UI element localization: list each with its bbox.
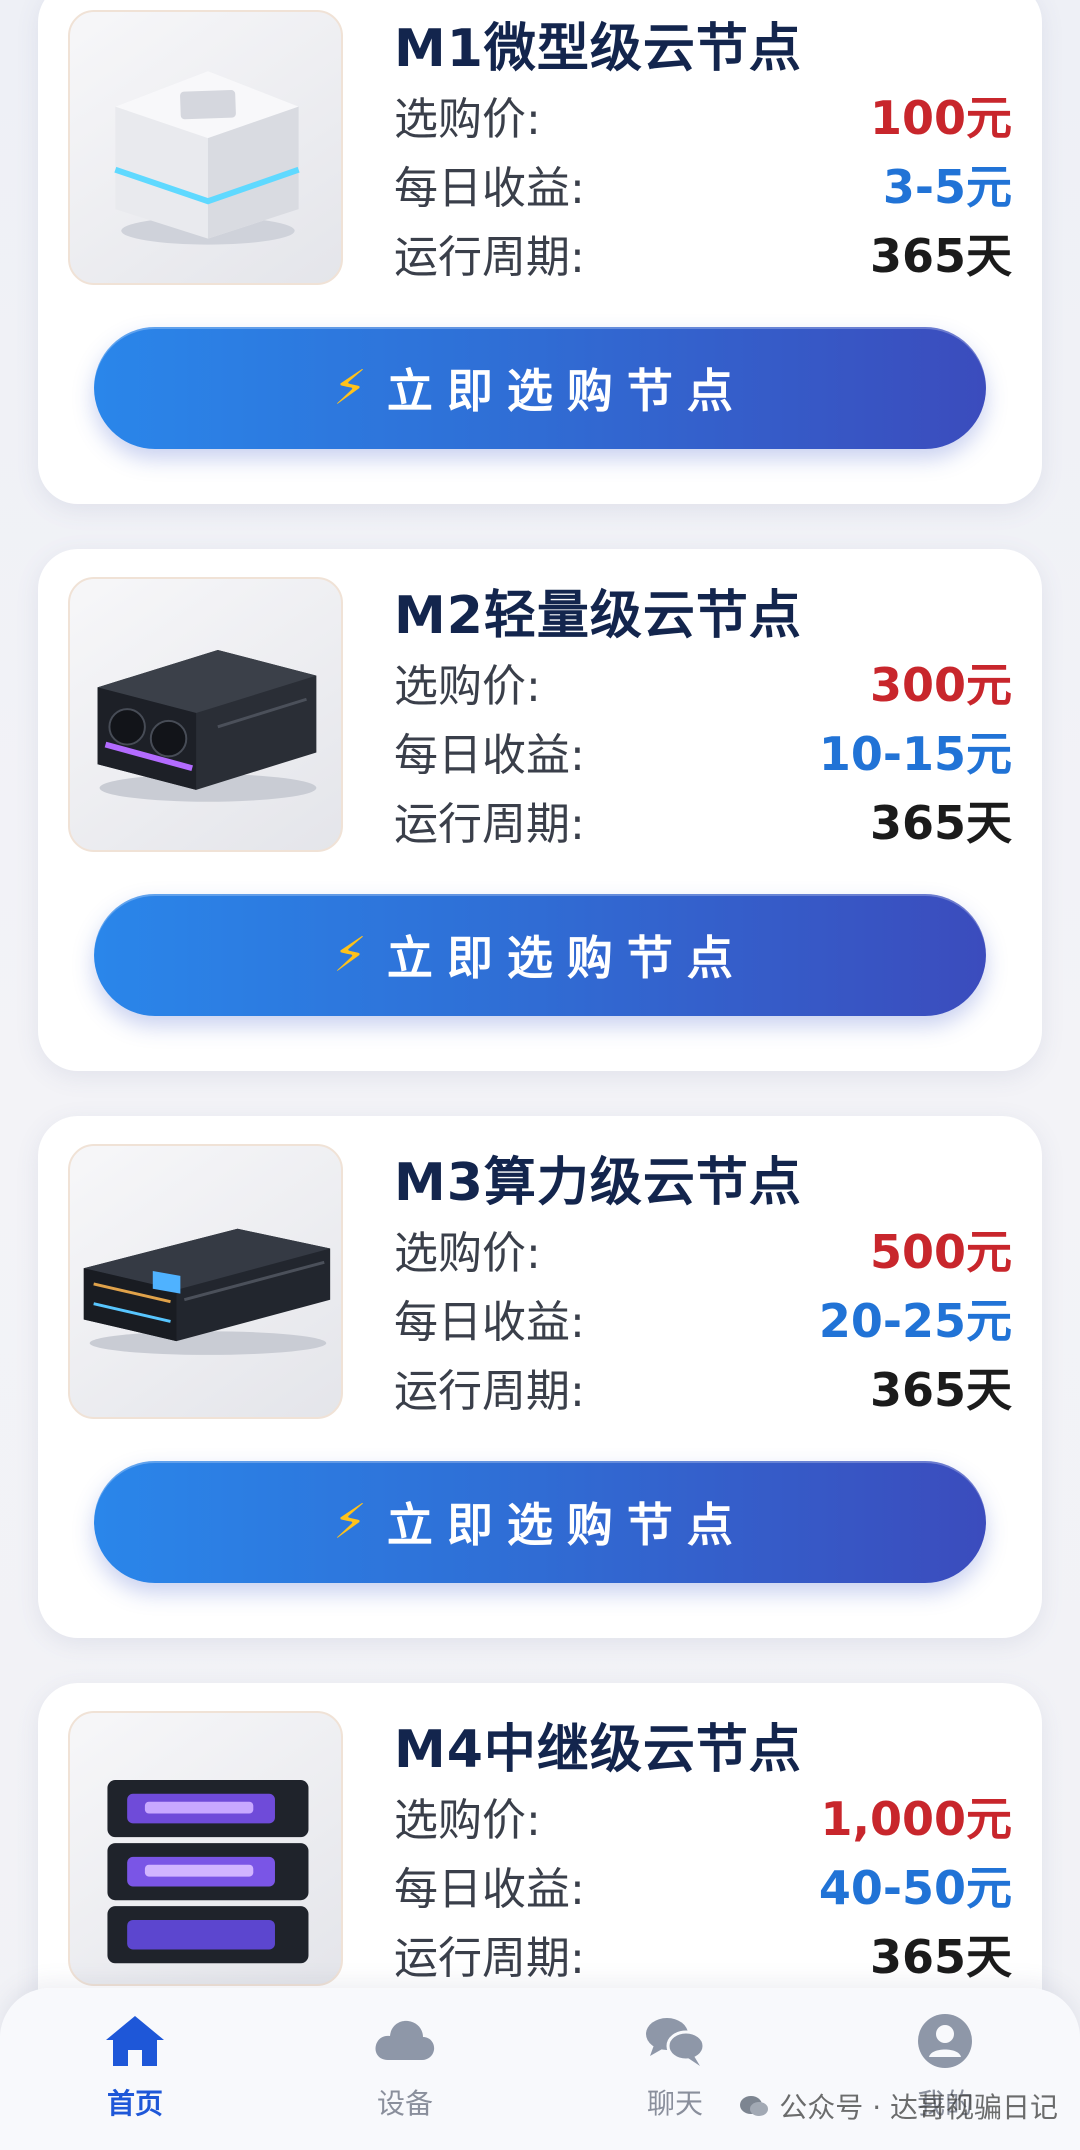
cycle-row: 运行周期: 365天 bbox=[394, 790, 1012, 850]
node-image bbox=[68, 1144, 343, 1419]
earnings-label: 每日收益: bbox=[394, 163, 585, 214]
buy-button-label: 立即选购节点 bbox=[386, 1498, 747, 1552]
earnings-label: 每日收益: bbox=[394, 730, 585, 781]
buy-node-button[interactable]: ⚡ 立即选购节点 bbox=[94, 894, 986, 1016]
price-value: 100元 bbox=[869, 91, 1012, 145]
node-title: M3算力级云节点 bbox=[394, 1153, 802, 1213]
tab-label: 首页 bbox=[106, 2087, 163, 2120]
node-card: M3算力级云节点 选购价: 500元 每日收益: 20-25元 运行周期: 36… bbox=[38, 1116, 1042, 1638]
cycle-row: 运行周期: 365天 bbox=[394, 1924, 1012, 1984]
node-card: M1微型级云节点 选购价: 100元 每日收益: 3-5元 运行周期: 365天… bbox=[38, 0, 1042, 504]
price-value: 500元 bbox=[869, 1225, 1012, 1279]
watermark: 公众号 · 达哥视骗日记 bbox=[739, 2086, 1058, 2126]
stacked-server-icon bbox=[107, 1780, 309, 1964]
chat-bubbles-icon bbox=[646, 2018, 706, 2066]
earnings-row: 每日收益: 20-25元 bbox=[394, 1288, 1012, 1348]
buy-node-button[interactable]: ⚡ 立即选购节点 bbox=[94, 327, 986, 449]
price-row: 选购价: 1,000元 bbox=[394, 1786, 1012, 1846]
tab-devices[interactable]: 设备 bbox=[305, 2012, 505, 2122]
price-row: 选购价: 300元 bbox=[394, 652, 1012, 712]
cycle-value: 365天 bbox=[869, 796, 1012, 850]
price-row: 选购价: 500元 bbox=[394, 1219, 1012, 1279]
lightning-icon: ⚡ bbox=[333, 927, 367, 983]
node-list-screen: M1微型级云节点 选购价: 100元 每日收益: 3-5元 运行周期: 365天… bbox=[0, 0, 1080, 2150]
cycle-label: 运行周期: bbox=[394, 1933, 585, 1984]
node-image bbox=[68, 10, 343, 285]
tab-label: 聊天 bbox=[646, 2087, 703, 2120]
node-image bbox=[68, 1711, 343, 1986]
tab-label: 设备 bbox=[376, 2087, 433, 2120]
price-label: 选购价: bbox=[394, 1795, 541, 1846]
node-card: M2轻量级云节点 选购价: 300元 每日收益: 10-15元 运行周期: 36… bbox=[38, 549, 1042, 1071]
earnings-label: 每日收益: bbox=[394, 1297, 585, 1348]
wechat-icon bbox=[740, 2096, 769, 2116]
earnings-value: 40-50元 bbox=[818, 1861, 1012, 1915]
earnings-value: 10-15元 bbox=[818, 727, 1012, 781]
node-title: M1微型级云节点 bbox=[394, 19, 802, 79]
tab-home[interactable]: 首页 bbox=[35, 2012, 235, 2122]
buy-button-label: 立即选购节点 bbox=[386, 364, 747, 418]
node-title: M2轻量级云节点 bbox=[394, 586, 802, 646]
lightning-icon: ⚡ bbox=[333, 360, 367, 416]
cycle-label: 运行周期: bbox=[394, 799, 585, 850]
mini-cube-device-icon bbox=[114, 71, 300, 245]
cycle-label: 运行周期: bbox=[394, 232, 585, 283]
earnings-row: 每日收益: 40-50元 bbox=[394, 1855, 1012, 1915]
earnings-row: 每日收益: 10-15元 bbox=[394, 721, 1012, 781]
home-icon bbox=[106, 2016, 164, 2066]
cycle-row: 运行周期: 365天 bbox=[394, 1357, 1012, 1417]
price-label: 选购价: bbox=[394, 661, 541, 712]
cycle-label: 运行周期: bbox=[394, 1366, 585, 1417]
price-label: 选购价: bbox=[394, 94, 541, 145]
price-value: 1,000元 bbox=[820, 1792, 1012, 1846]
earnings-value: 3-5元 bbox=[882, 160, 1012, 214]
earnings-value: 20-25元 bbox=[818, 1294, 1012, 1348]
rack-server-icon bbox=[83, 1228, 331, 1355]
cycle-value: 365天 bbox=[869, 1363, 1012, 1417]
cycle-value: 365天 bbox=[869, 229, 1012, 283]
node-image bbox=[68, 577, 343, 852]
buy-button-label: 立即选购节点 bbox=[386, 931, 747, 985]
buy-node-button[interactable]: ⚡ 立即选购节点 bbox=[94, 1461, 986, 1583]
cloud-icon bbox=[375, 2020, 435, 2060]
lightning-icon: ⚡ bbox=[333, 1494, 367, 1550]
earnings-row: 每日收益: 3-5元 bbox=[394, 154, 1012, 214]
desktop-server-icon bbox=[97, 649, 317, 802]
user-icon bbox=[918, 2014, 972, 2068]
earnings-label: 每日收益: bbox=[394, 1864, 585, 1915]
cycle-row: 运行周期: 365天 bbox=[394, 223, 1012, 283]
price-row: 选购价: 100元 bbox=[394, 85, 1012, 145]
price-label: 选购价: bbox=[394, 1228, 541, 1279]
cycle-value: 365天 bbox=[869, 1930, 1012, 1984]
node-title: M4中继级云节点 bbox=[394, 1720, 802, 1780]
price-value: 300元 bbox=[869, 658, 1012, 712]
watermark-text: 公众号 · 达哥视骗日记 bbox=[779, 2091, 1058, 2124]
